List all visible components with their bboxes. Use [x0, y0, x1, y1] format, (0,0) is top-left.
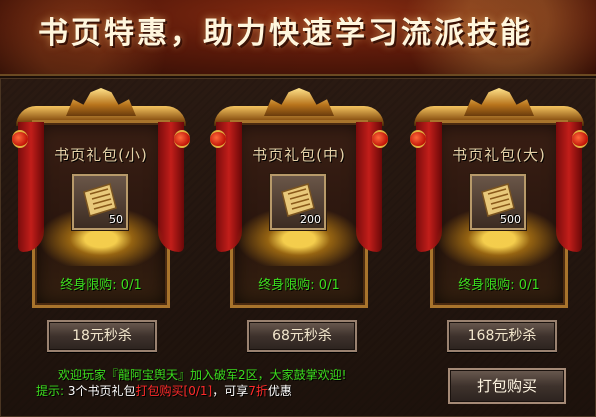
tip-label: 提示:	[36, 384, 65, 398]
banner-title: 书页特惠，助力快速学习流派技能	[38, 16, 533, 51]
crown-ornament-icon	[264, 88, 334, 116]
pack-card-medium: 书页礼包(中) 200 终身限购: 0/1	[210, 88, 388, 310]
item-slot[interactable]: 500	[470, 174, 526, 230]
buy-medium-button[interactable]: 68元秒杀	[247, 320, 357, 352]
buy-large-button[interactable]: 168元秒杀	[447, 320, 557, 352]
crown-ornament-icon	[66, 88, 136, 116]
crown-ornament-icon	[464, 88, 534, 116]
buy-small-button[interactable]: 18元秒杀	[47, 320, 157, 352]
tip-discount: 7折	[248, 384, 268, 398]
tip-message: 提示: 3个书页礼包打包购买[0/1]，可享7折优惠	[36, 382, 292, 399]
item-count: 500	[500, 213, 521, 226]
purchase-limit: 终身限购: 0/1	[258, 278, 340, 293]
tip-part3: 优惠	[267, 384, 292, 398]
item-count: 50	[109, 213, 123, 226]
item-slot[interactable]: 200	[270, 174, 326, 230]
pack-name: 书页礼包(大)	[452, 146, 546, 164]
item-slot[interactable]: 50	[72, 174, 128, 230]
purchase-limit: 终身限购: 0/1	[60, 278, 142, 293]
pack-name: 书页礼包(中)	[252, 146, 346, 164]
tip-bundle-link: 打包购买[0/1]	[135, 384, 213, 398]
welcome-message: 欢迎玩家『龍阿宝舆天』加入破军2区，大家鼓掌欢迎!	[58, 368, 347, 382]
tip-part1: 3个书页礼包	[67, 384, 136, 398]
header-banner: 书页特惠，助力快速学习流派技能	[0, 0, 596, 76]
item-count: 200	[300, 213, 321, 226]
purchase-limit: 终身限购: 0/1	[458, 278, 540, 293]
pack-name: 书页礼包(小)	[54, 146, 148, 164]
bundle-buy-button[interactable]: 打包购买	[448, 368, 566, 404]
pack-card-large: 书页礼包(大) 500 终身限购: 0/1	[410, 88, 588, 310]
tip-part2: ，可享	[212, 384, 249, 398]
pack-card-small: 书页礼包(小) 50 终身限购: 0/1	[12, 88, 190, 310]
